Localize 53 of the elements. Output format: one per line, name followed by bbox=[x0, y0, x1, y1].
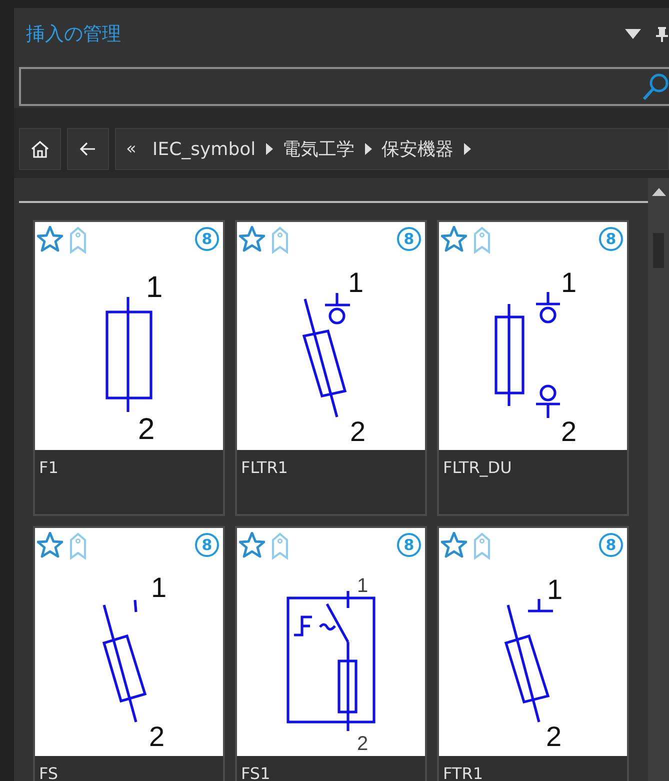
symbol-name: F1 bbox=[39, 458, 58, 477]
pin-icon[interactable] bbox=[655, 26, 669, 42]
terminal-label: 1 bbox=[146, 271, 163, 304]
scrollbar[interactable] bbox=[648, 178, 669, 781]
terminal-label: 2 bbox=[138, 413, 155, 446]
symbol-card[interactable]: 1 2 8 FLTR1 bbox=[235, 220, 427, 516]
star-icon[interactable] bbox=[239, 226, 265, 252]
symbol-name: FS bbox=[39, 764, 58, 781]
overflow-chevron[interactable]: « bbox=[126, 139, 136, 159]
home-button[interactable] bbox=[19, 128, 61, 170]
count-badge: 8 bbox=[397, 227, 421, 251]
terminal-label: 1 bbox=[151, 572, 167, 603]
star-icon[interactable] bbox=[441, 226, 467, 252]
terminal-label: 1 bbox=[348, 267, 364, 298]
terminal-label: 2 bbox=[561, 416, 577, 447]
count-badge: 8 bbox=[397, 533, 421, 557]
dropdown-icon[interactable] bbox=[625, 29, 641, 39]
breadcrumb-item[interactable]: IEC_symbol bbox=[152, 138, 256, 160]
symbol-name: FLTR_DU bbox=[443, 458, 512, 477]
symbol-name: FLTR1 bbox=[241, 458, 288, 477]
search-icon[interactable] bbox=[641, 72, 669, 100]
count-badge: 8 bbox=[195, 227, 219, 251]
symbol-name: FS1 bbox=[241, 764, 270, 781]
terminal-label: 2 bbox=[350, 416, 366, 447]
panel-title: 挿入の管理 bbox=[26, 22, 122, 47]
terminal-label: 1 bbox=[357, 575, 368, 597]
count-badge: 8 bbox=[195, 533, 219, 557]
symbol-card[interactable]: 1 2 8 FTR1 bbox=[437, 526, 629, 781]
caret-icon[interactable] bbox=[266, 143, 273, 155]
search-field[interactable] bbox=[19, 67, 669, 106]
star-icon[interactable] bbox=[37, 532, 63, 558]
scroll-up-icon[interactable] bbox=[652, 188, 666, 196]
symbol-name: FTR1 bbox=[443, 764, 483, 781]
terminal-label: 2 bbox=[546, 721, 562, 752]
terminal-label: 1 bbox=[547, 574, 563, 605]
breadcrumb-item[interactable]: 保安機器 bbox=[382, 137, 454, 161]
terminal-label: 2 bbox=[149, 721, 165, 752]
star-icon[interactable] bbox=[239, 532, 265, 558]
count-badge: 8 bbox=[599, 533, 623, 557]
star-icon[interactable] bbox=[37, 226, 63, 252]
caret-icon[interactable] bbox=[364, 143, 372, 155]
home-icon[interactable] bbox=[30, 139, 50, 159]
symbol-card[interactable]: 1 2 8 FS1 bbox=[235, 526, 427, 781]
symbol-card[interactable]: 1 2 8 F1 bbox=[33, 220, 225, 516]
symbol-card[interactable]: 1 2 8 FLTR_DU bbox=[437, 220, 629, 516]
star-icon[interactable] bbox=[441, 532, 467, 558]
terminal-label: 1 bbox=[561, 267, 577, 298]
count-badge: 8 bbox=[599, 227, 623, 251]
breadcrumb-item[interactable]: 電気工学 bbox=[282, 137, 355, 161]
caret-icon[interactable] bbox=[464, 143, 471, 155]
terminal-label: 2 bbox=[357, 733, 368, 755]
symbol-card[interactable]: 1 2 8 FS bbox=[33, 526, 225, 781]
back-button[interactable] bbox=[67, 128, 109, 170]
